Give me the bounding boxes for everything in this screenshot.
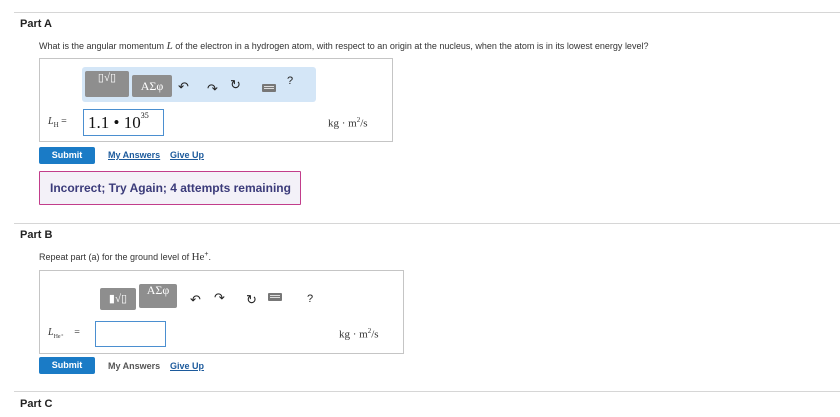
templates-icon[interactable]: ▯√▯ (85, 71, 129, 97)
part-a-answer-value: 1.1 • 1035 (88, 111, 149, 132)
undo-icon[interactable]: ↶ (190, 293, 201, 306)
keyboard-icon[interactable] (262, 84, 276, 92)
part-a-unit: kg · m2/s (328, 116, 368, 130)
part-b-title: Part B (20, 229, 53, 241)
part-a-my-answers-link[interactable]: My Answers (108, 150, 160, 160)
part-a-answer-input[interactable]: 1.1 • 1035 (83, 109, 164, 136)
templates-icon[interactable]: ▮√▯ (100, 288, 136, 310)
divider-top (14, 12, 840, 13)
part-b-question: Repeat part (a) for the ground level of … (39, 251, 212, 263)
redo-icon[interactable]: ↷ (214, 291, 225, 304)
part-a-question: What is the angular momentum L of the el… (39, 40, 649, 52)
part-a-answer-box: ▯√▯ ΑΣφ ↶ ↷ ↻ ? LH = 1.1 • 1035 kg · m2/… (39, 58, 393, 142)
greek-symbols-button[interactable]: ΑΣφ (139, 284, 177, 308)
part-a-lhs-label: LH = (48, 116, 67, 129)
part-b-give-up-link[interactable]: Give Up (170, 361, 204, 371)
part-a-feedback: Incorrect; Try Again; 4 attempts remaini… (39, 171, 301, 205)
divider-part-c (14, 391, 840, 392)
help-icon[interactable]: ? (287, 75, 293, 87)
part-a-give-up-link[interactable]: Give Up (170, 150, 204, 160)
divider-part-b (14, 223, 840, 224)
part-b-math-toolbar: ▮√▯ ΑΣφ ↶ ↷ ↻ ? (96, 281, 381, 314)
part-a-math-toolbar: ▯√▯ ΑΣφ ↶ ↷ ↻ ? (82, 67, 316, 102)
part-b-submit-button[interactable]: Submit (39, 357, 95, 374)
part-a-submit-button[interactable]: Submit (39, 147, 95, 164)
keyboard-icon[interactable] (268, 293, 282, 301)
part-b-my-answers-link[interactable]: My Answers (108, 361, 160, 371)
reset-icon[interactable]: ↻ (246, 293, 257, 306)
part-b-answer-box: ▮√▯ ΑΣφ ↶ ↷ ↻ ? LHe⁺ = kg · m2/s (39, 270, 404, 354)
reset-icon[interactable]: ↻ (230, 78, 241, 91)
part-b-answer-input[interactable] (95, 321, 166, 347)
part-c-title[interactable]: Part C (20, 398, 52, 410)
greek-symbols-button[interactable]: ΑΣφ (132, 75, 172, 97)
part-b-unit: kg · m2/s (339, 327, 379, 341)
redo-icon[interactable]: ↷ (207, 82, 218, 95)
help-icon[interactable]: ? (307, 293, 313, 305)
part-a-title: Part A (20, 18, 52, 30)
part-b-lhs-label: LHe⁺ = (48, 327, 80, 340)
undo-icon[interactable]: ↶ (178, 80, 189, 93)
